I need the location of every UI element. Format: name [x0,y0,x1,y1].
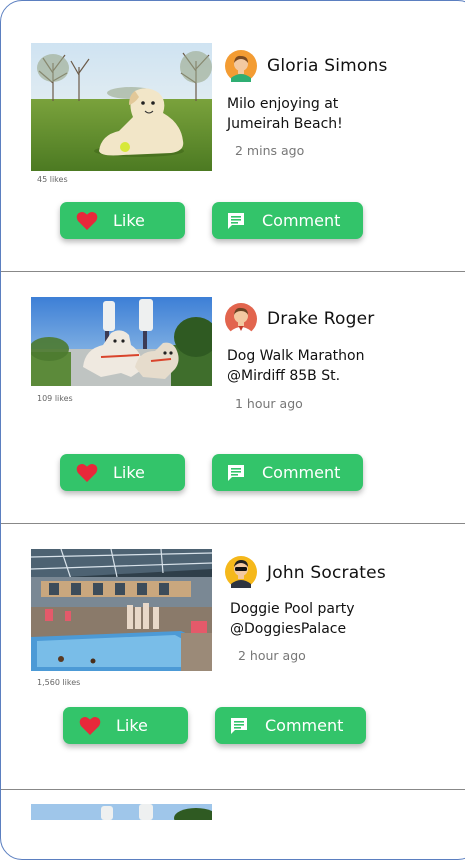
caption-line: Dog Walk Marathon [227,348,365,364]
post-photo[interactable] [31,804,212,820]
post-card: 109 likes Drake Roger Dog Walk Marathon … [1,272,465,524]
comment-icon [227,464,245,482]
post-photo[interactable] [31,43,212,171]
author-name[interactable]: Gloria Simons [267,56,388,76]
likes-count: 45 likes [37,175,68,184]
heart-icon [76,211,98,230]
caption-line: @Mirdiff 85B St. [227,368,341,384]
comment-label: Comment [262,211,341,230]
post-card [1,790,465,820]
post-time: 2 mins ago [235,143,305,158]
avatar[interactable] [225,556,257,588]
post-photo[interactable] [31,549,212,671]
caption-line: @DoggiesPalace [230,621,347,637]
like-label: Like [116,716,148,735]
comment-button[interactable]: Comment [212,202,363,239]
comment-label: Comment [262,463,341,482]
post-card: 45 likes Gloria Simons Milo enjoying at … [1,0,465,270]
avatar[interactable] [225,303,257,335]
post-photo[interactable] [31,297,212,386]
post-caption: Dog Walk Marathon @Mirdiff 85B St. [227,346,437,386]
post-caption: Milo enjoying at Jumeirah Beach! [227,94,437,134]
like-label: Like [113,211,145,230]
caption-line: Doggie Pool party [230,601,355,617]
caption-line: Jumeirah Beach! [227,116,343,132]
author-name[interactable]: John Socrates [267,563,386,583]
comment-icon [227,212,245,230]
comment-button[interactable]: Comment [212,454,363,491]
likes-count: 1,560 likes [37,678,81,687]
comment-button[interactable]: Comment [215,707,366,744]
likes-count: 109 likes [37,394,73,403]
heart-icon [76,463,98,482]
like-button[interactable]: Like [60,202,185,239]
post-caption: Doggie Pool party @DoggiesPalace [230,599,440,639]
like-label: Like [113,463,145,482]
post-time: 1 hour ago [235,396,303,411]
comment-label: Comment [265,716,344,735]
like-button[interactable]: Like [60,454,185,491]
like-button[interactable]: Like [63,707,188,744]
post-time: 2 hour ago [238,648,306,663]
caption-line: Milo enjoying at [227,96,339,112]
author-name[interactable]: Drake Roger [267,309,375,329]
avatar[interactable] [225,50,257,82]
comment-icon [230,717,248,735]
heart-icon [79,716,101,735]
post-card: 1,560 likes John Socrates Doggie Pool pa… [1,524,465,788]
